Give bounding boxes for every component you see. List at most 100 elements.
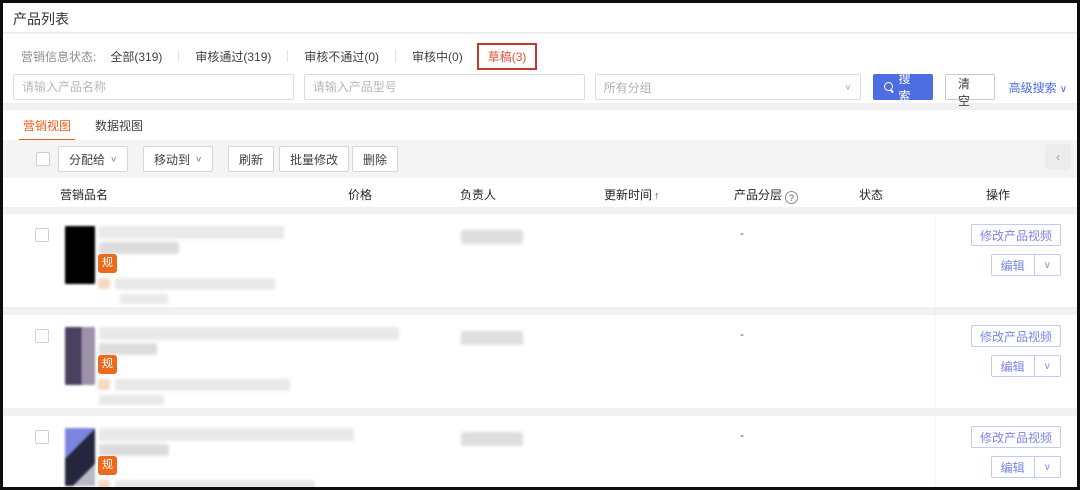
edit-button[interactable]: 编辑 (992, 255, 1034, 275)
redacted-meta-line (115, 480, 315, 487)
select-all-checkbox[interactable] (36, 152, 50, 166)
batch-edit-button[interactable]: 批量修改 (279, 146, 350, 172)
chevron-down-icon: ∨ (195, 154, 203, 164)
advanced-search-label: 高级搜索 (1008, 80, 1057, 95)
edit-video-button[interactable]: 修改产品视频 (970, 426, 1061, 448)
row-checkbox[interactable] (35, 430, 49, 444)
clear-button[interactable]: 清空 (945, 74, 995, 108)
advanced-search-link[interactable]: 高级搜索 ∨ (1009, 79, 1067, 96)
chevron-down-icon[interactable]: ∨ (1033, 457, 1060, 477)
chevron-left-icon: ‹ (1056, 150, 1060, 164)
group-select-value: 所有分组 (603, 80, 652, 95)
refresh-button[interactable]: 刷新 (228, 146, 275, 172)
edit-split-button: 编辑 ∨ (990, 254, 1061, 276)
redacted-product-title (99, 226, 284, 239)
delete-button[interactable]: 删除 (352, 146, 399, 172)
product-name-input[interactable] (13, 74, 294, 100)
chevron-down-icon[interactable]: ∨ (1033, 356, 1060, 376)
redacted-meta-line (115, 278, 275, 290)
redacted-product-subtitle (99, 343, 157, 355)
divider (935, 315, 936, 408)
product-list-page: 产品列表 营销信息状态: 全部(319) 审核通过(319) 审核不通过(0) … (0, 0, 1080, 490)
page-header: 产品列表 (3, 3, 1077, 33)
view-card: 营销视图 数据视图 分配给 ∨ 移动到 ∨ 刷新 批量修改 删除 ‹ 营销品名 价格… (3, 110, 1077, 487)
edit-split-button: 编辑 ∨ (990, 456, 1061, 478)
edit-button[interactable]: 编辑 (992, 457, 1034, 477)
view-tabbar: 营销视图 数据视图 (3, 110, 1077, 141)
spec-badge: 规 (98, 254, 117, 273)
move-to-button[interactable]: 移动到 ∨ (143, 146, 214, 172)
bulk-toolbar: 分配给 ∨ 移动到 ∨ 刷新 批量修改 删除 ‹ (3, 140, 1077, 178)
edit-video-button[interactable]: 修改产品视频 (970, 325, 1061, 347)
redacted-owner (461, 230, 523, 244)
col-update-time[interactable]: 更新时间 ↑ (604, 186, 660, 203)
sort-asc-icon[interactable]: ↑ (654, 190, 660, 202)
col-actions: 操作 (986, 188, 1011, 202)
assign-button[interactable]: 分配给 ∨ (58, 146, 129, 172)
divider (935, 416, 936, 487)
col-status: 状态 (859, 188, 884, 202)
edit-video-button[interactable]: 修改产品视频 (970, 224, 1061, 246)
edit-button[interactable]: 编辑 (992, 356, 1034, 376)
search-inputs-row: 所有分组 ∨ 搜索 清空 高级搜索∨ (13, 72, 1067, 108)
chevron-down-icon: ∨ (844, 82, 852, 92)
collapse-panel-button[interactable]: ‹ (1045, 144, 1071, 170)
redacted-tag (98, 379, 110, 390)
tab-data-view[interactable]: 数据视图 (95, 117, 143, 134)
col-product-name: 营销品名 (60, 188, 109, 202)
filter-card: 营销信息状态: 全部(319) 审核通过(319) 审核不通过(0) 审核中(0… (3, 34, 1077, 108)
search-button[interactable]: 搜索 (872, 72, 934, 103)
table-row: 规 - 修改产品视频 编辑 ∨ (3, 416, 1077, 487)
status-filter-row: 营销信息状态: 全部(319) 审核通过(319) 审核不通过(0) 审核中(0… (21, 42, 538, 70)
search-button-label: 搜索 (898, 72, 911, 103)
table-row: 规 - 修改产品视频 编辑 ∨ (3, 315, 1077, 408)
redacted-product-subtitle (99, 444, 169, 456)
redacted-owner (461, 331, 523, 345)
tier-value: - (740, 428, 744, 442)
table-row: 规 - 修改产品视频 编辑 ∨ (3, 214, 1077, 307)
page-title: 产品列表 (13, 11, 69, 27)
redacted-product-title (99, 428, 354, 441)
col-product-tier-label: 产品分层 (734, 188, 783, 202)
col-owner: 负责人 (460, 188, 497, 202)
product-thumbnail (65, 226, 95, 284)
search-icon (883, 81, 895, 93)
redacted-owner (461, 432, 523, 446)
col-update-time-label: 更新时间 (604, 188, 653, 202)
redacted-tag (98, 480, 110, 487)
divider (935, 214, 936, 307)
redacted-meta-line (120, 294, 168, 304)
tier-value: - (740, 327, 744, 341)
spec-badge: 规 (98, 355, 117, 374)
status-item-approved[interactable]: 审核通过(319) (195, 48, 271, 65)
row-checkbox[interactable] (35, 228, 49, 242)
divider (287, 50, 289, 62)
help-icon[interactable]: ? (785, 191, 799, 204)
annotation-box: 草稿(3) (476, 42, 538, 70)
status-item-draft[interactable]: 草稿(3) (488, 48, 527, 65)
status-filter-label: 营销信息状态: (21, 49, 97, 64)
spec-badge: 规 (98, 456, 117, 475)
product-model-input[interactable] (303, 74, 585, 100)
redacted-product-subtitle (99, 242, 179, 254)
redacted-meta-line (115, 379, 290, 391)
product-thumbnail (65, 428, 95, 486)
col-price: 价格 (348, 188, 373, 202)
status-item-reviewing[interactable]: 审核中(0) (412, 48, 463, 65)
status-item-rejected[interactable]: 审核不通过(0) (304, 48, 379, 65)
tab-marketing-view[interactable]: 营销视图 (18, 117, 76, 141)
group-select[interactable]: 所有分组 ∨ (594, 74, 861, 100)
redacted-meta-line (99, 395, 164, 405)
table-header: 营销品名 价格 负责人 更新时间 ↑ 产品分层? 状态 操作 (3, 178, 1077, 208)
divider (395, 50, 397, 62)
col-product-tier: 产品分层? (734, 186, 799, 204)
status-item-all[interactable]: 全部(319) (110, 48, 162, 65)
product-thumbnail (65, 327, 95, 385)
tier-value: - (740, 226, 744, 240)
redacted-tag (98, 278, 110, 289)
divider (178, 50, 180, 62)
redacted-product-title (99, 327, 399, 340)
chevron-down-icon: ∨ (110, 154, 118, 164)
chevron-down-icon[interactable]: ∨ (1033, 255, 1060, 275)
row-checkbox[interactable] (35, 329, 49, 343)
